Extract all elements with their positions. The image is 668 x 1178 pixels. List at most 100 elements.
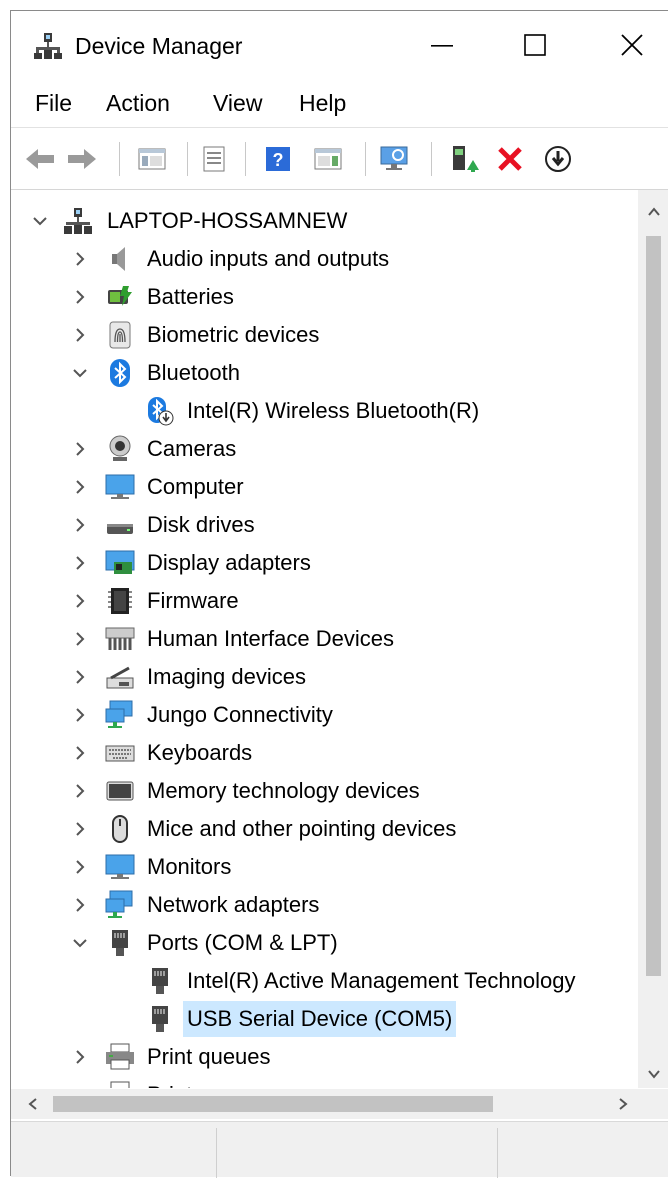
- chevron-right-icon[interactable]: [71, 554, 89, 572]
- tree-item-label: Human Interface Devices: [147, 626, 394, 651]
- tree-category-row[interactable]: Ports (COM & LPT): [11, 924, 638, 962]
- network-monitor-icon: [105, 700, 135, 730]
- tree-item-label: Print queues: [147, 1044, 271, 1069]
- vertical-scrollbar[interactable]: [638, 190, 668, 1088]
- tree-category-row[interactable]: Audio inputs and outputs: [11, 240, 638, 278]
- memory-card-icon: [105, 776, 135, 806]
- tree-device-row[interactable]: Intel(R) Wireless Bluetooth(R): [11, 392, 638, 430]
- scan-hardware-changes-icon[interactable]: [377, 142, 411, 176]
- tree-category-row[interactable]: Biometric devices: [11, 316, 638, 354]
- tree-item-label: Batteries: [147, 284, 234, 309]
- tree-item-label: Intel(R) Wireless Bluetooth(R): [187, 398, 480, 423]
- scroll-left-arrow-icon[interactable]: [25, 1096, 41, 1112]
- uninstall-device-icon[interactable]: [493, 142, 527, 176]
- tree-item-label: Imaging devices: [147, 664, 306, 689]
- disable-device-icon[interactable]: [541, 142, 575, 176]
- menu-action[interactable]: Action: [106, 87, 170, 119]
- tree-category-row[interactable]: Monitors: [11, 848, 638, 886]
- chevron-down-icon[interactable]: [71, 364, 89, 382]
- tree-root-label: LAPTOP-HOSSAMNEW: [107, 208, 348, 233]
- chevron-right-icon[interactable]: [71, 1086, 89, 1088]
- tree-item-label: USB Serial Device (COM5): [187, 1006, 453, 1031]
- horizontal-scroll-thumb[interactable]: [53, 1096, 493, 1112]
- tree-category-row[interactable]: Display adapters: [11, 544, 638, 582]
- monitor-icon: [105, 852, 135, 882]
- chevron-right-icon[interactable]: [71, 896, 89, 914]
- tree-category-row[interactable]: Batteries: [11, 278, 638, 316]
- tree-device-row[interactable]: Intel(R) Active Management Technology: [11, 962, 638, 1000]
- chevron-right-icon[interactable]: [71, 630, 89, 648]
- close-button[interactable]: [609, 23, 655, 67]
- minimize-button[interactable]: [419, 23, 465, 67]
- printer-icon: [105, 1080, 135, 1088]
- menu-bar: File Action View Help: [11, 81, 668, 127]
- chevron-right-icon[interactable]: [71, 668, 89, 686]
- tree-category-row[interactable]: Computer: [11, 468, 638, 506]
- disk-drive-icon: [105, 510, 135, 540]
- show-hide-console-tree-icon[interactable]: [135, 142, 169, 176]
- title-bar[interactable]: Device Manager: [11, 11, 668, 81]
- chevron-right-icon[interactable]: [71, 288, 89, 306]
- maximize-button[interactable]: [512, 23, 558, 67]
- hid-icon: [105, 624, 135, 654]
- firmware-chip-icon: [105, 586, 135, 616]
- tree-category-row[interactable]: Keyboards: [11, 734, 638, 772]
- help-icon[interactable]: ?: [261, 142, 295, 176]
- menu-help[interactable]: Help: [299, 87, 346, 119]
- action-pane-icon[interactable]: [311, 142, 345, 176]
- tree-item-label: Display adapters: [147, 550, 311, 575]
- tree-category-row[interactable]: Printers: [11, 1076, 638, 1088]
- tree-category-row[interactable]: Jungo Connectivity: [11, 696, 638, 734]
- properties-icon[interactable]: [197, 142, 231, 176]
- vertical-scroll-thumb[interactable]: [646, 236, 661, 976]
- tree-root[interactable]: LAPTOP-HOSSAMNEW: [11, 202, 638, 240]
- port-connector-icon: [145, 966, 175, 996]
- chevron-right-icon[interactable]: [71, 326, 89, 344]
- network-adapter-icon: [105, 890, 135, 920]
- tree-category-row[interactable]: Network adapters: [11, 886, 638, 924]
- chevron-right-icon[interactable]: [71, 858, 89, 876]
- port-connector-icon: [105, 928, 135, 958]
- chevron-down-icon[interactable]: [31, 212, 49, 230]
- chevron-right-icon[interactable]: [71, 820, 89, 838]
- scroll-right-arrow-icon[interactable]: [615, 1096, 631, 1112]
- tree-category-row[interactable]: Bluetooth: [11, 354, 638, 392]
- tree-category-row[interactable]: Cameras: [11, 430, 638, 468]
- svg-text:?: ?: [273, 150, 284, 170]
- window-title: Device Manager: [75, 33, 243, 59]
- menu-view[interactable]: View: [213, 87, 262, 119]
- scroll-up-arrow-icon[interactable]: [646, 204, 662, 220]
- tree-device-row[interactable]: USB Serial Device (COM5): [11, 1000, 638, 1038]
- tree-category-row[interactable]: Mice and other pointing devices: [11, 810, 638, 848]
- horizontal-scrollbar[interactable]: [11, 1089, 668, 1119]
- chevron-right-icon[interactable]: [71, 706, 89, 724]
- chevron-right-icon[interactable]: [71, 1048, 89, 1066]
- menu-file[interactable]: File: [35, 87, 72, 119]
- tree-category-row[interactable]: Imaging devices: [11, 658, 638, 696]
- chevron-right-icon[interactable]: [71, 478, 89, 496]
- chevron-right-icon[interactable]: [71, 592, 89, 610]
- tree-item-label: Printers: [147, 1082, 223, 1088]
- chevron-right-icon[interactable]: [71, 250, 89, 268]
- scroll-down-arrow-icon[interactable]: [646, 1066, 662, 1082]
- tree-item-label: Network adapters: [147, 892, 320, 917]
- back-arrow-icon[interactable]: [23, 142, 57, 176]
- tree-category-row[interactable]: Print queues: [11, 1038, 638, 1076]
- forward-arrow-icon[interactable]: [65, 142, 99, 176]
- port-connector-icon: [145, 1004, 175, 1034]
- tree-item-label: Keyboards: [147, 740, 253, 765]
- tree-category-row[interactable]: Firmware: [11, 582, 638, 620]
- update-driver-icon[interactable]: [447, 142, 481, 176]
- chevron-down-icon[interactable]: [71, 934, 89, 952]
- chevron-right-icon[interactable]: [71, 516, 89, 534]
- computer-tree-icon: [63, 206, 93, 236]
- chevron-right-icon[interactable]: [71, 440, 89, 458]
- device-tree[interactable]: LAPTOP-HOSSAMNEW Audio inputs and output…: [11, 190, 638, 1088]
- tree-category-row[interactable]: Memory technology devices: [11, 772, 638, 810]
- chevron-right-icon[interactable]: [71, 782, 89, 800]
- tree-category-row[interactable]: Disk drives: [11, 506, 638, 544]
- printer-icon: [105, 1042, 135, 1072]
- tree-category-row[interactable]: Human Interface Devices: [11, 620, 638, 658]
- chevron-right-icon[interactable]: [71, 744, 89, 762]
- status-bar: [11, 1121, 668, 1178]
